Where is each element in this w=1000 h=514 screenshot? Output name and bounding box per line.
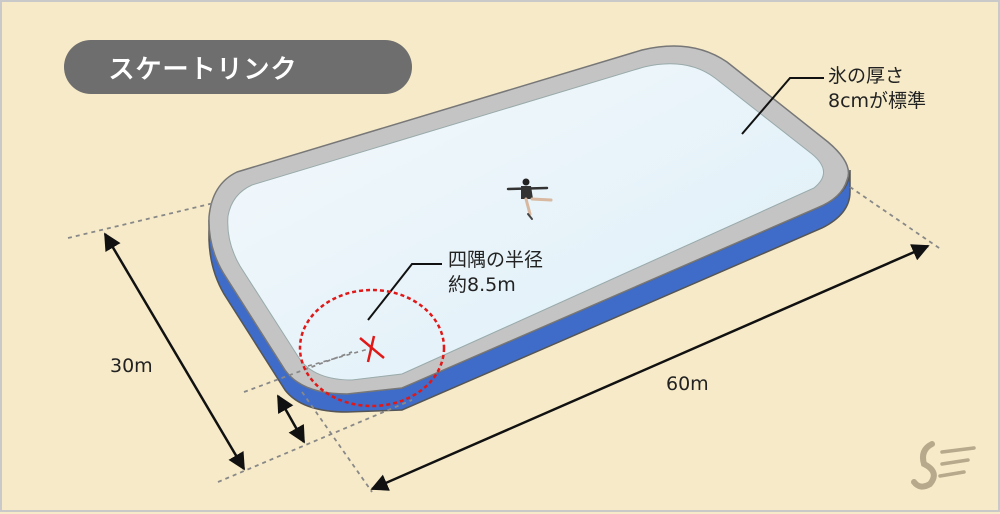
ice-thickness-text-2: 8cmが標準: [828, 90, 927, 112]
corner-radius-label: 四隅の半径 約8.5m: [448, 248, 543, 298]
title-badge: スケートリンク: [64, 40, 412, 94]
length-dimension-label: 60m: [666, 373, 709, 395]
corner-radius-text-2: 約8.5m: [448, 274, 516, 296]
width-dimension-label: 30m: [110, 355, 153, 377]
ice-thickness-text-1: 氷の厚さ: [828, 65, 905, 87]
page-title: スケートリンク: [108, 54, 298, 85]
corner-radius-text-1: 四隅の半径: [448, 249, 544, 271]
sports-logo-icon: [911, 441, 976, 490]
diagram-frame: スケートリンク 氷の厚さ 8cmが標準 四隅の半径 約8.5m 30m 60m: [0, 0, 1000, 512]
ice-thickness-label: 氷の厚さ 8cmが標準: [828, 64, 926, 114]
